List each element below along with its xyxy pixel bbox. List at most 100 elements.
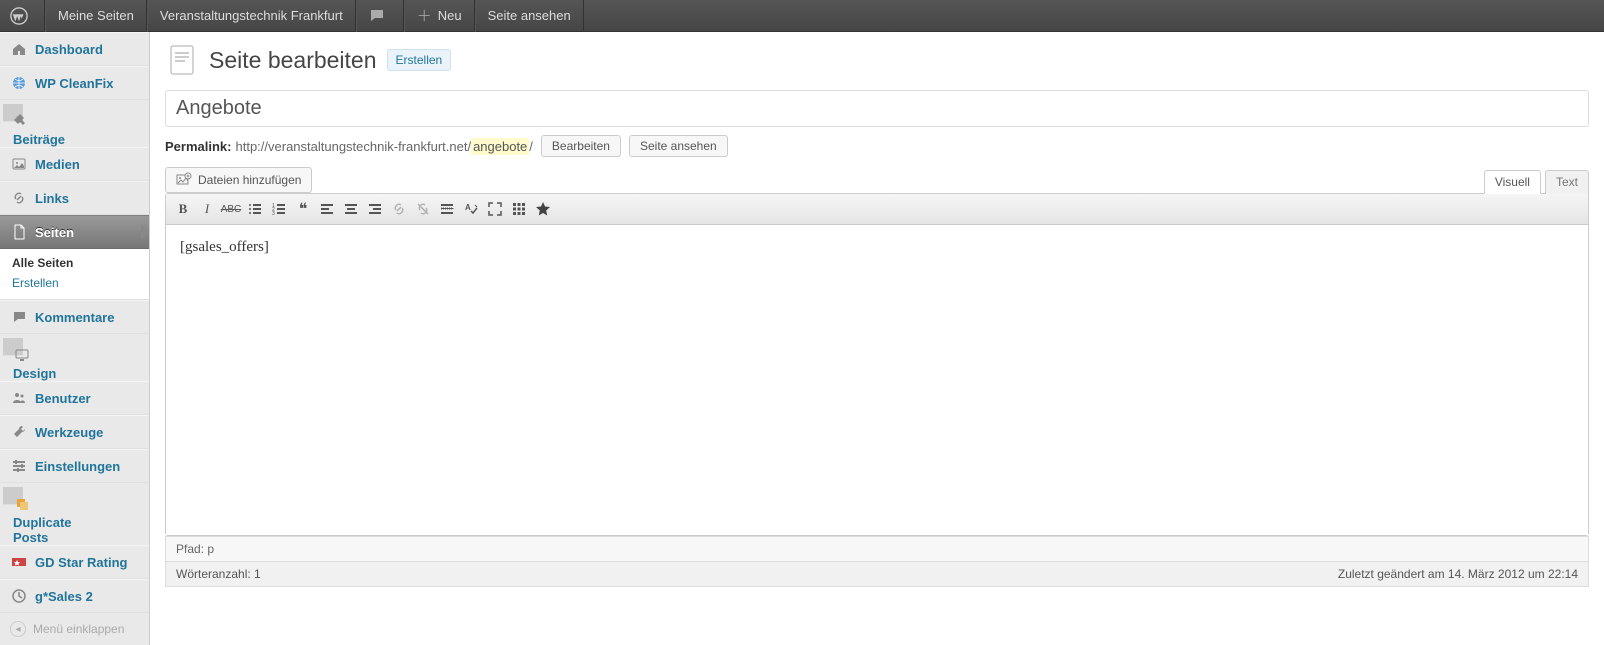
sidebar-item-links[interactable]: Links bbox=[0, 181, 149, 215]
settings-icon bbox=[10, 457, 28, 475]
wp-logo[interactable] bbox=[0, 0, 45, 32]
toolbar-ul[interactable] bbox=[244, 198, 266, 220]
sidebar-label: GD Star Rating bbox=[35, 555, 127, 570]
toolbar-ol[interactable]: 123 bbox=[268, 198, 290, 220]
editor-stat-row: Wörteranzahl: 1 Zuletzt geändert am 14. … bbox=[165, 562, 1589, 587]
users-icon bbox=[10, 389, 28, 407]
toolbar-bold[interactable]: B bbox=[172, 198, 194, 220]
permalink-edit-button[interactable]: Bearbeiten bbox=[541, 135, 621, 157]
adminbar-view-page[interactable]: Seite ansehen bbox=[475, 0, 584, 32]
collapse-icon: ◂ bbox=[10, 621, 26, 637]
page-heading: Seite bearbeiten Erstellen bbox=[165, 42, 1589, 78]
home-icon bbox=[10, 40, 28, 58]
sidebar-label: Benutzer bbox=[35, 391, 91, 406]
toolbar-align-left[interactable] bbox=[316, 198, 338, 220]
appearance-icon bbox=[13, 346, 31, 364]
admin-bar: Meine Seiten Veranstaltungstechnik Frank… bbox=[0, 0, 1604, 32]
permalink-row: Permalink: http://veranstaltungstechnik-… bbox=[165, 135, 1589, 157]
sidebar-label: Medien bbox=[35, 157, 80, 172]
sidebar-label: Duplicate Posts bbox=[13, 515, 72, 545]
sidebar-item-pages[interactable]: Seiten bbox=[0, 215, 149, 249]
post-title-input[interactable] bbox=[165, 90, 1589, 127]
permalink-view-button[interactable]: Seite ansehen bbox=[629, 135, 728, 157]
editor-wrap: B I ABC 123 ❝ A [gsales_offers] bbox=[165, 193, 1589, 536]
content-area: Seite bearbeiten Erstellen Permalink: ht… bbox=[150, 32, 1604, 645]
add-new-button[interactable]: Erstellen bbox=[387, 49, 452, 71]
media-add-icon bbox=[176, 172, 192, 188]
sidebar-submenu-pages: Alle Seiten Erstellen bbox=[0, 249, 149, 300]
permalink-label: Permalink: bbox=[165, 139, 231, 154]
toolbar-link[interactable] bbox=[388, 198, 410, 220]
add-media-button[interactable]: Dateien hinzufügen bbox=[165, 167, 312, 193]
adminbar-my-sites[interactable]: Meine Seiten bbox=[45, 0, 147, 32]
gsales-icon bbox=[10, 587, 28, 605]
sidebar-item-dashboard[interactable]: Dashboard bbox=[0, 32, 149, 66]
duplicate-icon bbox=[13, 495, 31, 513]
toolbar-unlink[interactable] bbox=[412, 198, 434, 220]
sidebar-item-comments[interactable]: Kommentare bbox=[0, 300, 149, 334]
toolbar-spellcheck[interactable]: A bbox=[460, 198, 482, 220]
plus-icon: ＋ bbox=[417, 5, 432, 26]
adminbar-comments[interactable] bbox=[356, 0, 404, 32]
editor-path-row: Pfad: p bbox=[165, 536, 1589, 562]
path-label: Pfad: bbox=[176, 542, 204, 556]
tab-visual[interactable]: Visuell bbox=[1484, 170, 1541, 194]
sidebar-item-users[interactable]: Benutzer bbox=[0, 381, 149, 415]
last-edit: Zuletzt geändert am 14. März 2012 um 22:… bbox=[1338, 567, 1578, 581]
sidebar-label: Design bbox=[13, 366, 56, 381]
sidebar-item-duplicate[interactable]: Duplicate Posts bbox=[3, 487, 23, 505]
editor-tabs: Visuell Text bbox=[1480, 169, 1589, 193]
tools-icon bbox=[10, 423, 28, 441]
link-icon bbox=[10, 189, 28, 207]
svg-text:A: A bbox=[465, 203, 471, 212]
sidebar-item-posts[interactable]: Beiträge bbox=[3, 104, 23, 122]
menu-collapse-label: Menü einklappen bbox=[33, 622, 124, 636]
submenu-all-pages[interactable]: Alle Seiten bbox=[0, 253, 149, 273]
sidebar-label: Einstellungen bbox=[35, 459, 120, 474]
sidebar-label: WP CleanFix bbox=[35, 76, 114, 91]
wordcount: Wörteranzahl: 1 bbox=[176, 567, 261, 581]
comment-icon bbox=[369, 8, 385, 24]
toolbar-kitchensink[interactable] bbox=[508, 198, 530, 220]
media-icon bbox=[10, 155, 28, 173]
sidebar-item-media[interactable]: Medien bbox=[0, 147, 149, 181]
globe-icon bbox=[10, 74, 28, 92]
toolbar-align-center[interactable] bbox=[340, 198, 362, 220]
svg-text:3: 3 bbox=[272, 211, 275, 217]
add-media-label: Dateien hinzufügen bbox=[198, 173, 301, 187]
media-row: Dateien hinzufügen Visuell Text bbox=[165, 167, 1589, 193]
toolbar-star[interactable] bbox=[532, 198, 554, 220]
sidebar-label: Kommentare bbox=[35, 310, 114, 325]
pin-icon bbox=[13, 112, 31, 130]
menu-collapse[interactable]: ◂ Menü einklappen bbox=[0, 613, 149, 645]
toolbar-align-right[interactable] bbox=[364, 198, 386, 220]
page-title: Seite bearbeiten bbox=[209, 47, 377, 74]
sidebar-label: Links bbox=[35, 191, 69, 206]
sidebar-item-gdstar[interactable]: GD Star Rating bbox=[0, 545, 149, 579]
toolbar-strike[interactable]: ABC bbox=[220, 198, 242, 220]
adminbar-new-label: Neu bbox=[438, 8, 462, 23]
comment-icon bbox=[10, 308, 28, 326]
admin-sidebar: Dashboard WP CleanFix Beiträge Medien Li… bbox=[0, 32, 150, 645]
page-icon bbox=[10, 223, 28, 241]
tab-text[interactable]: Text bbox=[1545, 170, 1589, 194]
toolbar-fullscreen[interactable] bbox=[484, 198, 506, 220]
sidebar-item-appearance[interactable]: Design bbox=[3, 338, 23, 356]
toolbar-quote[interactable]: ❝ bbox=[292, 198, 314, 220]
submenu-new-page[interactable]: Erstellen bbox=[0, 273, 149, 293]
sidebar-item-gsales[interactable]: g*Sales 2 bbox=[0, 579, 149, 613]
sidebar-item-settings[interactable]: Einstellungen bbox=[0, 449, 149, 483]
toolbar-more[interactable] bbox=[436, 198, 458, 220]
sidebar-label: Seiten bbox=[35, 225, 74, 240]
permalink-trail: / bbox=[529, 139, 533, 154]
adminbar-new[interactable]: ＋ Neu bbox=[404, 0, 475, 32]
title-wrap bbox=[165, 90, 1589, 127]
sidebar-item-tools[interactable]: Werkzeuge bbox=[0, 415, 149, 449]
permalink-slug: angebote bbox=[471, 138, 529, 155]
adminbar-site-name[interactable]: Veranstaltungstechnik Frankfurt bbox=[147, 0, 356, 32]
sidebar-item-cleanfix[interactable]: WP CleanFix bbox=[0, 66, 149, 100]
editor-content[interactable]: [gsales_offers] bbox=[166, 225, 1588, 535]
path-value[interactable]: p bbox=[207, 542, 214, 556]
sidebar-label: g*Sales 2 bbox=[35, 589, 93, 604]
toolbar-italic[interactable]: I bbox=[196, 198, 218, 220]
